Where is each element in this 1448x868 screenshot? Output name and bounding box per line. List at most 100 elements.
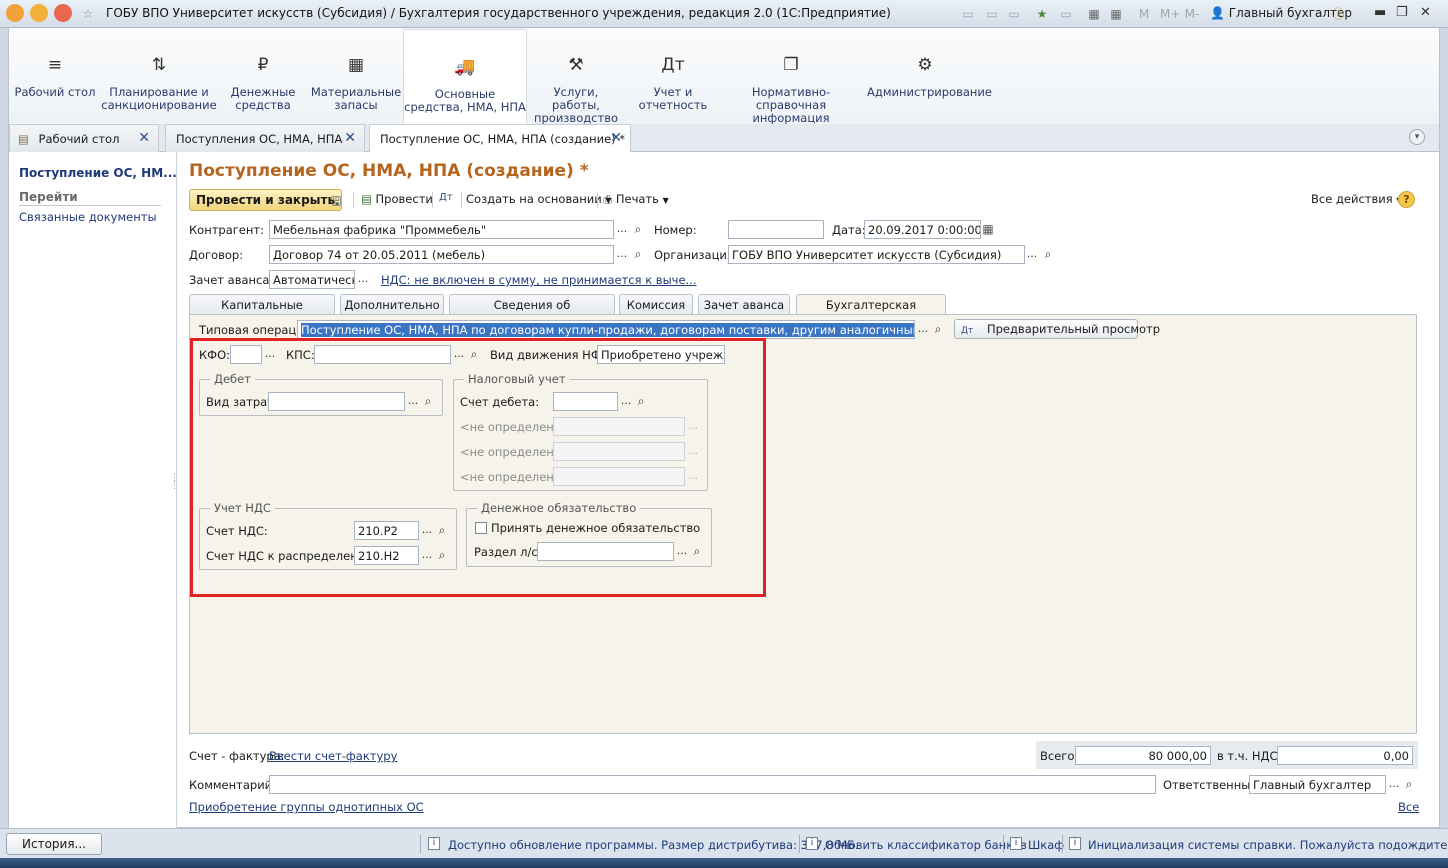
cost-type-field[interactable] bbox=[268, 392, 405, 411]
select-ellipsis-icon[interactable]: ... bbox=[1386, 775, 1402, 794]
search-icon[interactable]: ⌕ bbox=[689, 542, 705, 561]
accept-obligation-checkbox[interactable] bbox=[475, 522, 487, 534]
preview-icon[interactable]: ▭ bbox=[1006, 6, 1022, 22]
contragent-field[interactable]: Мебельная фабрика "Проммебель" bbox=[269, 220, 614, 239]
date-field[interactable]: 20.09.2017 0:00:00 bbox=[864, 220, 981, 239]
calendar-icon[interactable]: ▦ bbox=[980, 220, 996, 239]
select-ellipsis-icon[interactable]: ... bbox=[1024, 245, 1040, 264]
close-icon[interactable]: ✕ bbox=[1420, 5, 1431, 20]
print-icon[interactable]: ▭ bbox=[984, 6, 1000, 22]
select-ellipsis-icon[interactable]: ... bbox=[355, 270, 371, 289]
panel-splitter-handle[interactable]: ⋮ ⋮ bbox=[170, 474, 179, 491]
minimize-icon[interactable]: ▬ bbox=[1374, 5, 1386, 20]
all-actions-button[interactable]: Все действия ▼ bbox=[1311, 192, 1402, 206]
memory-mminus-button[interactable]: M- bbox=[1182, 6, 1202, 22]
update-banks-link[interactable]: Обновить классификатор банков bbox=[825, 838, 1027, 852]
search-icon[interactable]: ⌕ bbox=[466, 345, 482, 364]
section-ls-field[interactable] bbox=[537, 542, 674, 561]
select-ellipsis-icon[interactable]: ... bbox=[614, 245, 630, 264]
star-icon[interactable]: ☆ bbox=[80, 6, 96, 22]
tab-capital-investments[interactable]: Капитальные вложения bbox=[189, 294, 335, 326]
search-icon[interactable]: ⌕ bbox=[633, 392, 649, 411]
close-tab-icon[interactable]: ✕ bbox=[610, 130, 622, 146]
enter-invoice-link[interactable]: Ввести счет-фактуру bbox=[269, 749, 397, 763]
select-ellipsis-icon[interactable]: ... bbox=[451, 345, 467, 364]
comment-field[interactable] bbox=[269, 775, 1156, 794]
select-ellipsis-icon[interactable]: ... bbox=[419, 546, 435, 565]
select-ellipsis-icon[interactable]: ... bbox=[618, 392, 634, 411]
section-accounting[interactable]: Дт Учет и отчетность bbox=[629, 28, 717, 124]
post-and-close-button[interactable]: Провести и закрыть bbox=[189, 189, 343, 211]
memory-m-button[interactable]: M bbox=[1136, 6, 1152, 22]
tab-equipment[interactable]: Сведения об оборудовании bbox=[449, 294, 615, 326]
search-icon[interactable]: ⌕ bbox=[434, 521, 450, 540]
search-icon[interactable]: ⌕ bbox=[1401, 775, 1417, 794]
tab-accounting-operation[interactable]: Бухгалтерская операция bbox=[796, 294, 946, 326]
select-ellipsis-icon[interactable]: ... bbox=[405, 392, 421, 411]
history-icon[interactable]: ▭ bbox=[1058, 6, 1074, 22]
restore-icon[interactable]: ❐ bbox=[1396, 5, 1408, 20]
debit-account-field[interactable] bbox=[553, 392, 618, 411]
nav-related-docs-link[interactable]: Связанные документы bbox=[19, 210, 157, 224]
typical-operation-field[interactable]: Поступление ОС, НМА, НПА по договорам ку… bbox=[297, 320, 915, 339]
history-button[interactable]: История... bbox=[6, 833, 102, 855]
calculator-icon[interactable]: ▦ bbox=[1086, 6, 1102, 22]
accounting-entries-icon[interactable]: Дт bbox=[439, 192, 453, 203]
nav-current-document[interactable]: Поступление ОС, НМ... bbox=[19, 166, 177, 180]
vat-distribution-field[interactable]: 210.Н2 bbox=[354, 546, 419, 565]
section-admin[interactable]: ⚙ Администрирование bbox=[867, 28, 992, 124]
group-of-similar-assets-link[interactable]: Приобретение группы однотипных ОС bbox=[189, 800, 424, 814]
contract-field[interactable]: Договор 74 от 20.05.2011 (мебель) bbox=[269, 245, 614, 264]
vat-account-field[interactable]: 210.Р2 bbox=[354, 521, 419, 540]
select-ellipsis-icon[interactable]: ... bbox=[262, 345, 278, 364]
tab-receipt-create[interactable]: Поступление ОС, НМА, НПА (создание) * ✕ bbox=[369, 124, 631, 153]
search-icon[interactable]: ⌕ bbox=[420, 392, 436, 411]
post-button[interactable]: ▤ Провести bbox=[361, 192, 433, 206]
print-button[interactable]: ⎙ Печать ▼ bbox=[603, 192, 669, 207]
kps-field[interactable] bbox=[314, 345, 451, 364]
section-reference[interactable]: ❐ Нормативно-справочная информация bbox=[725, 28, 857, 125]
chevron-down-icon[interactable]: ▾ bbox=[1409, 129, 1425, 145]
section-money[interactable]: ₽ Денежные средства bbox=[223, 28, 303, 124]
favorites-icon[interactable]: ★ bbox=[1034, 6, 1050, 22]
tab-additional[interactable]: Дополнительно bbox=[340, 294, 444, 314]
shkaf-link[interactable]: Шкаф bbox=[1028, 838, 1064, 852]
save-icon[interactable]: ▭ bbox=[960, 6, 976, 22]
vat-settings-link[interactable]: НДС: не включен в сумму, не принимается … bbox=[381, 273, 697, 287]
preview-button[interactable]: Дт Предварительный просмотр bbox=[954, 319, 1160, 339]
advance-field[interactable]: Автоматически bbox=[269, 270, 355, 289]
calendar-icon[interactable]: ▦ bbox=[1108, 6, 1124, 22]
create-based-on-button[interactable]: Создать на основании ▼ bbox=[466, 192, 612, 206]
close-tab-icon[interactable]: ✕ bbox=[138, 130, 150, 146]
tab-advance-offset[interactable]: Зачет аванса bbox=[698, 294, 790, 314]
section-fixed-assets[interactable]: 🚚 Основные средства, НМА, НПА bbox=[403, 29, 527, 124]
tab-desktop[interactable]: ▤ Рабочий стол ✕ bbox=[9, 124, 159, 152]
responsible-field[interactable]: Главный бухгалтер bbox=[1249, 775, 1386, 794]
select-ellipsis-icon[interactable]: ... bbox=[614, 220, 630, 239]
section-services[interactable]: ⚒ Услуги, работы, производство bbox=[531, 28, 621, 125]
organization-field[interactable]: ГОБУ ВПО Университет искусств (Субсидия) bbox=[728, 245, 1025, 264]
close-circle-icon[interactable] bbox=[54, 4, 72, 22]
all-link[interactable]: Все bbox=[1398, 800, 1419, 814]
close-tab-icon[interactable]: ✕ bbox=[344, 130, 356, 146]
search-icon[interactable]: ⌕ bbox=[1040, 245, 1056, 264]
help-icon[interactable]: ? bbox=[1398, 191, 1415, 208]
select-ellipsis-icon[interactable]: ... bbox=[915, 320, 931, 339]
section-materials[interactable]: ▦ Материальные запасы bbox=[309, 28, 403, 124]
section-desktop[interactable]: ≡ Рабочий стол bbox=[13, 28, 97, 124]
memory-mplus-button[interactable]: M+ bbox=[1160, 6, 1180, 22]
save-icon[interactable]: 🖫 bbox=[331, 192, 341, 213]
tab-commission[interactable]: Комиссия bbox=[619, 294, 693, 314]
search-icon[interactable]: ⌕ bbox=[434, 546, 450, 565]
tab-receipts-list[interactable]: Поступления ОС, НМА, НПА ✕ bbox=[165, 124, 365, 152]
info-icon[interactable]: ⓘ bbox=[1330, 6, 1346, 22]
search-icon[interactable]: ⌕ bbox=[930, 320, 946, 339]
select-ellipsis-icon[interactable]: ... bbox=[419, 521, 435, 540]
main-menu-icon[interactable] bbox=[30, 4, 48, 22]
search-icon[interactable]: ⌕ bbox=[630, 220, 646, 239]
section-planning[interactable]: ⇅ Планирование и санкционирование bbox=[101, 28, 217, 124]
nfa-movement-field[interactable]: Приобретено учреждени bbox=[597, 345, 725, 364]
app-logo-icon[interactable] bbox=[6, 4, 24, 22]
search-icon[interactable]: ⌕ bbox=[630, 245, 646, 264]
select-ellipsis-icon[interactable]: ... bbox=[674, 542, 690, 561]
